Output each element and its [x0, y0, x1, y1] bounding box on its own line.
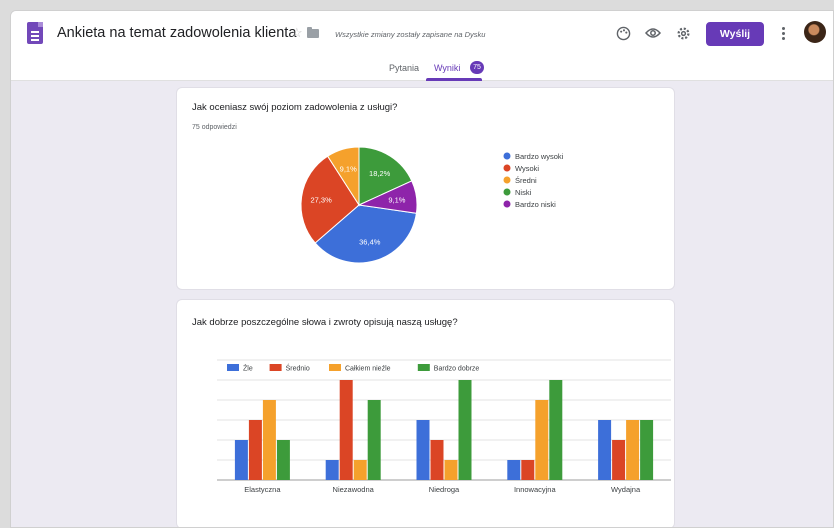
legend-swatch	[503, 152, 511, 160]
bar	[416, 420, 430, 480]
bar	[248, 420, 262, 480]
folder-icon[interactable]	[307, 27, 319, 38]
legend-swatch	[227, 364, 239, 371]
bar	[353, 460, 367, 480]
bar	[549, 380, 563, 480]
settings-gear-icon[interactable]	[673, 23, 693, 43]
bar	[234, 440, 248, 480]
pie-slice-label: 9,1%	[388, 196, 405, 205]
legend-label: Średnio	[286, 364, 310, 373]
bar	[367, 400, 381, 480]
bar-chart: Źle Średnio Całkiem nieźle Bardzo dobrze Ela…	[217, 359, 671, 494]
legend-label: Średni	[515, 176, 537, 185]
app-header: Ankieta na temat zadowolenia klienta ☆ W…	[11, 11, 833, 81]
bar	[507, 460, 521, 480]
palette-icon[interactable]	[613, 23, 633, 43]
bar	[276, 440, 290, 480]
bar	[444, 460, 458, 480]
legend-swatch	[329, 364, 341, 371]
bar	[430, 440, 444, 480]
legend-label: Bardzo dobrze	[434, 366, 480, 373]
bar	[598, 420, 612, 480]
google-forms-icon[interactable]	[27, 22, 43, 44]
x-tick-label: Niedroga	[429, 485, 460, 494]
bar	[612, 440, 626, 480]
legend-swatch	[503, 200, 511, 208]
legend-swatch	[417, 364, 430, 371]
bar	[458, 380, 472, 480]
pie-slice-label: 18,2%	[369, 169, 391, 178]
tab-questions[interactable]: Pytania	[389, 63, 419, 73]
more-options-icon[interactable]	[779, 23, 787, 43]
pie-slice-label: 27,3%	[310, 196, 332, 205]
send-button[interactable]: Wyślij	[706, 22, 764, 46]
bar	[325, 460, 339, 480]
forms-window: Ankieta na temat zadowolenia klienta ☆ W…	[10, 10, 834, 528]
preview-eye-icon[interactable]	[643, 23, 663, 43]
legend-label: Źle	[243, 364, 253, 373]
bar	[262, 400, 276, 480]
tab-responses[interactable]: Wyniki	[434, 63, 460, 73]
star-icon[interactable]: ☆	[291, 25, 303, 41]
avatar[interactable]	[804, 21, 826, 43]
form-title[interactable]: Ankieta na temat zadowolenia klienta	[57, 25, 296, 41]
saved-status: Wszystkie zmiany zostały zapisane na Dys…	[335, 30, 486, 39]
x-tick-label: Innowacyjna	[514, 485, 557, 494]
question-card-descriptors: Jak dobrze poszczególne słowa i zwroty o…	[176, 299, 675, 527]
legend-swatch	[503, 176, 511, 184]
x-tick-label: Wydajna	[611, 485, 641, 494]
bar	[640, 420, 654, 480]
bar	[521, 460, 535, 480]
legend-label: Niski	[515, 188, 532, 197]
bar	[626, 420, 640, 480]
pie-slice-label: 9,1%	[340, 164, 357, 173]
legend-swatch	[503, 188, 511, 196]
legend-label: Bardzo wysoki	[515, 152, 564, 161]
bar	[339, 380, 353, 480]
bar	[535, 400, 549, 480]
legend-swatch	[503, 164, 511, 172]
active-tab-indicator	[426, 78, 482, 81]
legend-label: Wysoki	[515, 164, 539, 173]
pie-slice-label: 36,4%	[359, 238, 381, 247]
question-card-satisfaction: Jak oceniasz swój poziom zadowolenia z u…	[176, 87, 675, 290]
x-tick-label: Elastyczna	[244, 485, 281, 494]
legend-swatch	[269, 364, 282, 371]
x-tick-label: Niezawodna	[333, 485, 375, 494]
responses-count-badge: 75	[470, 61, 484, 74]
legend-label: Całkiem nieźle	[345, 366, 391, 373]
pie-chart: 36,4% 27,3% 9,1% 18,2% 9,1% Bardzo wysoki Wyso…	[300, 146, 564, 264]
legend-label: Bardzo niski	[515, 200, 556, 209]
